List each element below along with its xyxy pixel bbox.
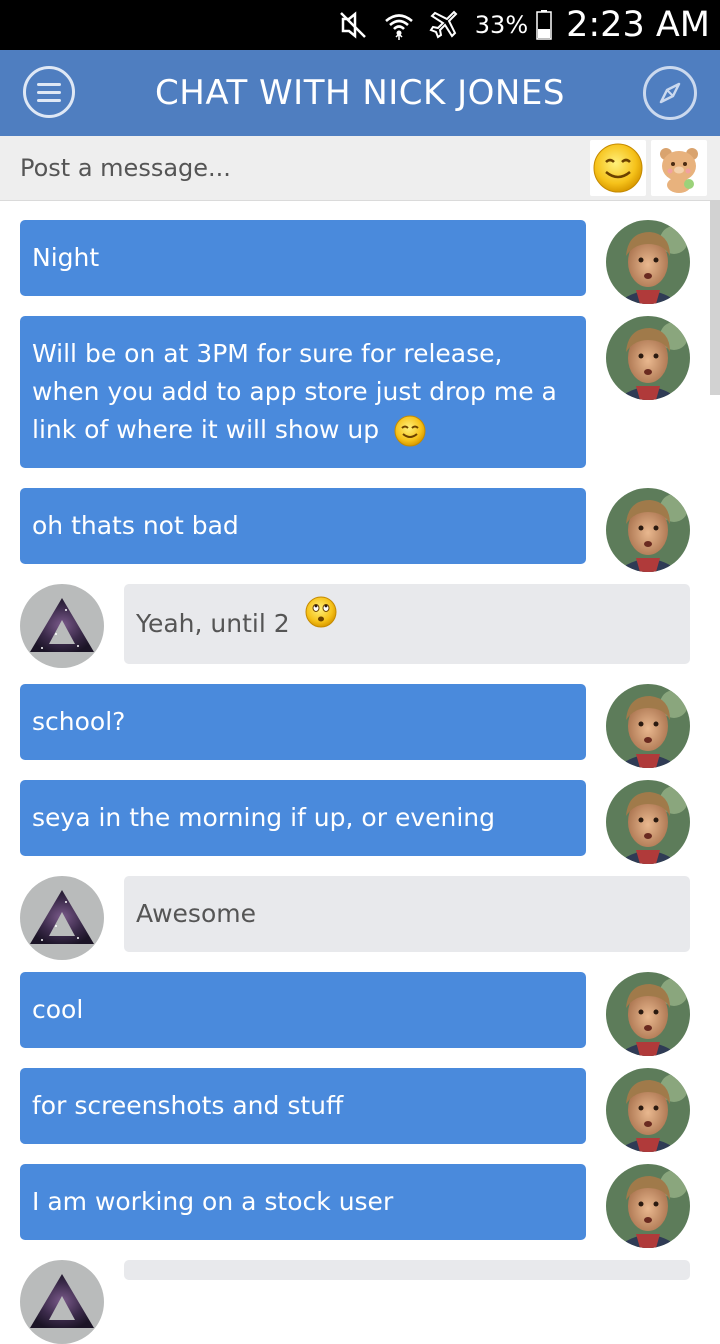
message-bubble-outgoing[interactable]: seya in the morning if up, or evening — [20, 780, 586, 856]
battery-percent: 33% — [474, 11, 529, 39]
nick-jones-avatar[interactable] — [606, 316, 690, 400]
nick-jones-avatar[interactable] — [606, 780, 690, 864]
blushing-smiley-icon — [394, 415, 426, 447]
message-bubble-outgoing[interactable]: oh thats not bad — [20, 488, 586, 564]
message-list[interactable]: Night Will be on at 3PM for sure for rel… — [0, 200, 720, 1344]
message-bubble-incoming[interactable]: Awesome — [124, 876, 690, 952]
smiley-emoji-icon[interactable] — [590, 140, 646, 196]
message-text: oh thats not bad — [32, 511, 239, 540]
message-bubble-incoming[interactable] — [124, 1260, 690, 1280]
status-bar: 33% 2:23 AM — [0, 0, 720, 50]
nick-jones-avatar[interactable] — [606, 220, 690, 304]
battery-icon — [536, 10, 552, 40]
message-bubble-outgoing[interactable]: school? — [20, 684, 586, 760]
nick-jones-avatar[interactable] — [606, 684, 690, 768]
message-text: cool — [32, 995, 84, 1024]
message-bubble-outgoing[interactable]: I am working on a stock user — [20, 1164, 586, 1240]
nick-jones-avatar[interactable] — [606, 488, 690, 572]
chat-header: CHAT WITH NICK JONES — [0, 50, 720, 136]
triangle-galaxy-avatar[interactable] — [20, 584, 104, 668]
nick-jones-avatar[interactable] — [606, 1068, 690, 1152]
triangle-galaxy-avatar[interactable] — [20, 876, 104, 960]
wifi-icon — [384, 14, 413, 40]
triangle-galaxy-avatar[interactable] — [20, 1260, 104, 1344]
message-text: for screenshots and stuff — [32, 1091, 344, 1120]
page-title: CHAT WITH NICK JONES — [155, 73, 565, 113]
message-composer — [0, 136, 720, 201]
message-text: seya in the morning if up, or evening — [32, 803, 496, 832]
clock: 2:23 AM — [566, 5, 710, 45]
nick-jones-avatar[interactable] — [606, 972, 690, 1056]
message-bubble-outgoing[interactable]: Night — [20, 220, 586, 296]
message-bubble-outgoing[interactable]: cool — [20, 972, 586, 1048]
scrollbar[interactable] — [710, 200, 720, 395]
message-text: Night — [32, 243, 100, 272]
message-text: school? — [32, 707, 126, 736]
airplane-mode-icon — [429, 10, 458, 39]
sticker-bear-icon[interactable] — [651, 140, 707, 196]
compass-icon[interactable] — [643, 66, 697, 120]
message-bubble-outgoing[interactable]: Will be on at 3PM for sure for release, … — [20, 316, 586, 468]
rolling-eyes-smiley-icon — [305, 596, 337, 628]
message-text: Yeah, until 2 — [136, 609, 290, 638]
message-input[interactable] — [0, 136, 580, 200]
hamburger-menu-icon[interactable] — [23, 66, 75, 118]
message-text: I am working on a stock user — [32, 1187, 394, 1216]
message-text: Will be on at 3PM for sure for release, … — [32, 339, 557, 444]
mute-icon — [339, 11, 366, 39]
message-text: Awesome — [136, 899, 256, 928]
message-bubble-incoming[interactable]: Yeah, until 2 — [124, 584, 690, 664]
message-bubble-outgoing[interactable]: for screenshots and stuff — [20, 1068, 586, 1144]
nick-jones-avatar[interactable] — [606, 1164, 690, 1248]
